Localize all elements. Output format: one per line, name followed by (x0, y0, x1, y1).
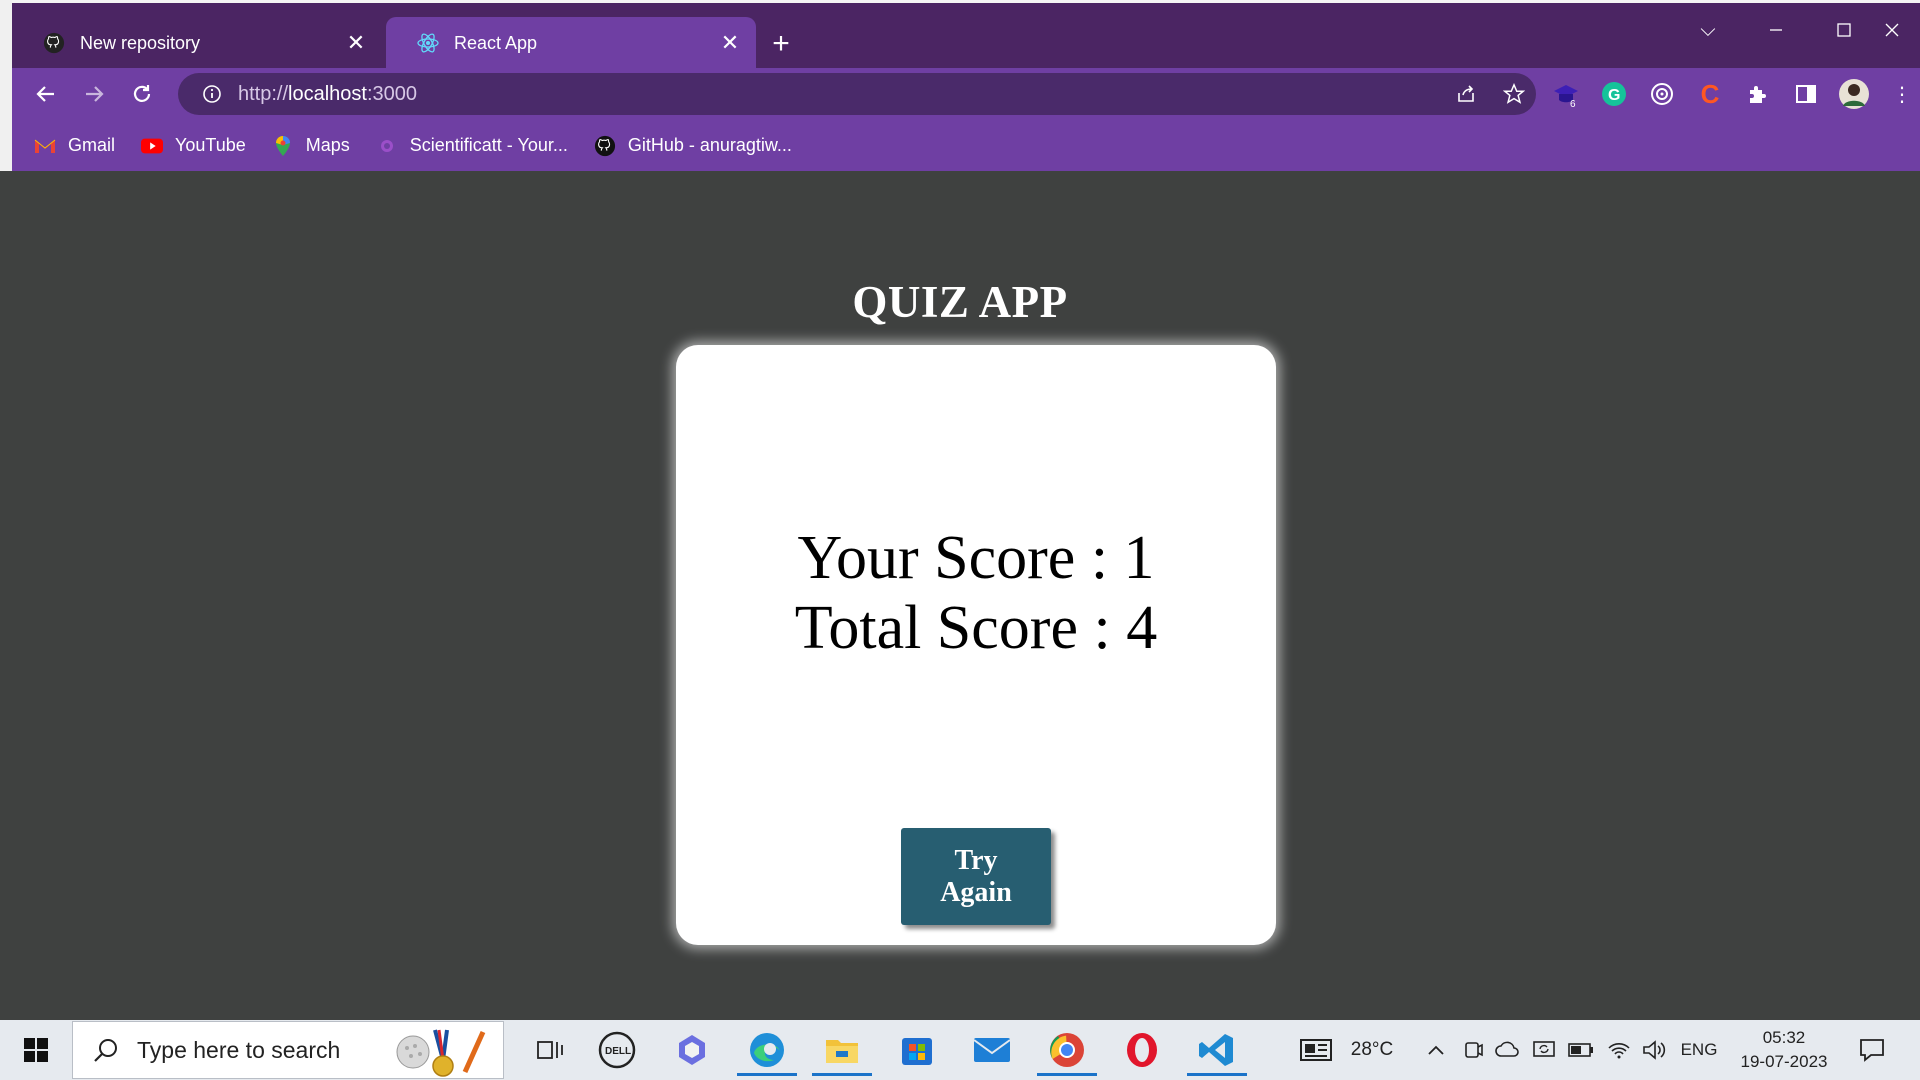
maps-icon (272, 135, 294, 157)
close-icon[interactable]: ✕ (718, 30, 742, 55)
scientificatt-icon (376, 135, 398, 157)
address-bar[interactable]: http://localhost:3000 (178, 73, 1536, 115)
avatar[interactable] (1838, 78, 1870, 110)
tab-strip: New repository ✕ React App ✕ + ⌵ (12, 3, 1920, 69)
news-widget-icon[interactable] (1298, 1036, 1334, 1064)
onedrive-icon[interactable] (1494, 1036, 1522, 1064)
svg-text:G: G (1608, 87, 1620, 104)
tab-title: New repository (80, 32, 201, 53)
try-again-label-line2: Again (940, 876, 1012, 908)
try-again-label-line1: Try (954, 844, 998, 876)
browser-toolbar: http://localhost:3000 6 G C ⋮ (12, 68, 1920, 120)
menu-kebab-icon[interactable]: ⋮ (1886, 78, 1918, 110)
clock-date: 19-07-2023 (1740, 1052, 1828, 1071)
new-tab-button[interactable]: + (764, 27, 798, 61)
dell-icon[interactable]: DELL (587, 1024, 647, 1076)
file-explorer-icon[interactable] (812, 1024, 872, 1076)
bookmark-star-icon[interactable] (1502, 82, 1526, 106)
copilot-icon[interactable] (662, 1024, 722, 1076)
grammarly-icon[interactable]: G (1598, 78, 1630, 110)
bookmark-youtube[interactable]: YouTube (141, 135, 246, 157)
svg-text:DELL: DELL (605, 1046, 631, 1057)
window-close-icon[interactable] (1868, 13, 1916, 47)
side-panel-icon[interactable] (1790, 78, 1822, 110)
volume-icon[interactable] (1640, 1036, 1668, 1064)
chrome-icon[interactable] (1037, 1024, 1097, 1076)
microsoft-store-icon[interactable] (887, 1024, 947, 1076)
window-left-edge (0, 0, 12, 171)
tab-title: React App (454, 32, 538, 53)
bookmark-github[interactable]: GitHub - anuragtiw... (594, 135, 792, 157)
try-again-button[interactable]: Try Again (901, 828, 1051, 925)
search-icon (91, 1035, 121, 1065)
forward-arrow-icon[interactable] (74, 74, 114, 114)
chevron-up-icon[interactable] (1424, 1036, 1448, 1064)
task-view-icon[interactable] (520, 1024, 580, 1076)
taskbar-clock[interactable]: 05:32 19-07-2023 (1734, 1026, 1834, 1074)
target-extension-icon[interactable] (1646, 78, 1678, 110)
back-arrow-icon[interactable] (26, 74, 66, 114)
score-display: Your Score : 1 Total Score : 4 (676, 523, 1276, 663)
svg-text:6: 6 (1570, 99, 1576, 108)
close-icon[interactable]: ✕ (344, 30, 368, 55)
taskbar: Type here to search DELL 28°C ENG 05:32 … (0, 1020, 1920, 1080)
react-icon (416, 31, 440, 55)
extensions-puzzle-icon[interactable] (1742, 78, 1774, 110)
tab-search-chevron-icon[interactable]: ⌵ (1684, 13, 1732, 47)
wifi-icon[interactable] (1606, 1036, 1632, 1064)
your-score-text: Your Score : 1 (797, 524, 1155, 592)
minimize-icon[interactable] (1752, 13, 1800, 47)
tab-react-app[interactable]: React App ✕ (386, 17, 756, 69)
url-text: http://localhost:3000 (238, 82, 418, 105)
page-title: QUIZ APP (852, 277, 1068, 327)
vscode-icon[interactable] (1187, 1024, 1247, 1076)
bookmark-maps[interactable]: Maps (272, 135, 350, 157)
sync-status-icon[interactable] (1530, 1036, 1558, 1064)
youtube-icon (141, 135, 164, 157)
edge-icon[interactable] (737, 1024, 797, 1076)
gmail-icon (34, 135, 56, 157)
total-score-text: Total Score : 4 (794, 594, 1158, 662)
site-info-icon[interactable] (200, 82, 224, 106)
share-icon[interactable] (1454, 82, 1478, 106)
meet-now-icon[interactable] (1460, 1036, 1486, 1064)
mail-icon[interactable] (962, 1024, 1022, 1076)
c-extension-icon[interactable]: C (1694, 78, 1726, 110)
weather-temperature[interactable]: 28°C (1344, 1036, 1400, 1064)
search-highlight-medal-icon (396, 1029, 486, 1077)
reload-icon[interactable] (122, 74, 162, 114)
clock-time: 05:32 (1762, 1028, 1806, 1047)
result-card: Your Score : 1 Total Score : 4 Try Again (676, 345, 1276, 945)
taskbar-search-box[interactable]: Type here to search (72, 1021, 504, 1079)
tab-new-repository[interactable]: New repository ✕ (12, 17, 382, 69)
github-icon (42, 31, 66, 55)
graduation-cap-extension-icon[interactable]: 6 (1550, 78, 1582, 110)
windows-start-icon[interactable] (10, 1028, 62, 1072)
github-icon (594, 135, 616, 157)
bookmark-gmail[interactable]: Gmail (34, 135, 115, 157)
browser-chrome: New repository ✕ React App ✕ + ⌵ http://… (0, 0, 1920, 171)
search-placeholder: Type here to search (137, 1036, 341, 1063)
language-indicator[interactable]: ENG (1678, 1036, 1720, 1064)
bookmark-scientificatt[interactable]: Scientificatt - Your... (376, 135, 568, 157)
bookmarks-bar: Gmail YouTube Maps Scientificatt - Your.… (12, 120, 1920, 171)
notifications-icon[interactable] (1854, 1036, 1890, 1064)
battery-icon[interactable] (1568, 1036, 1594, 1064)
opera-icon[interactable] (1112, 1024, 1172, 1076)
maximize-icon[interactable] (1820, 13, 1868, 47)
